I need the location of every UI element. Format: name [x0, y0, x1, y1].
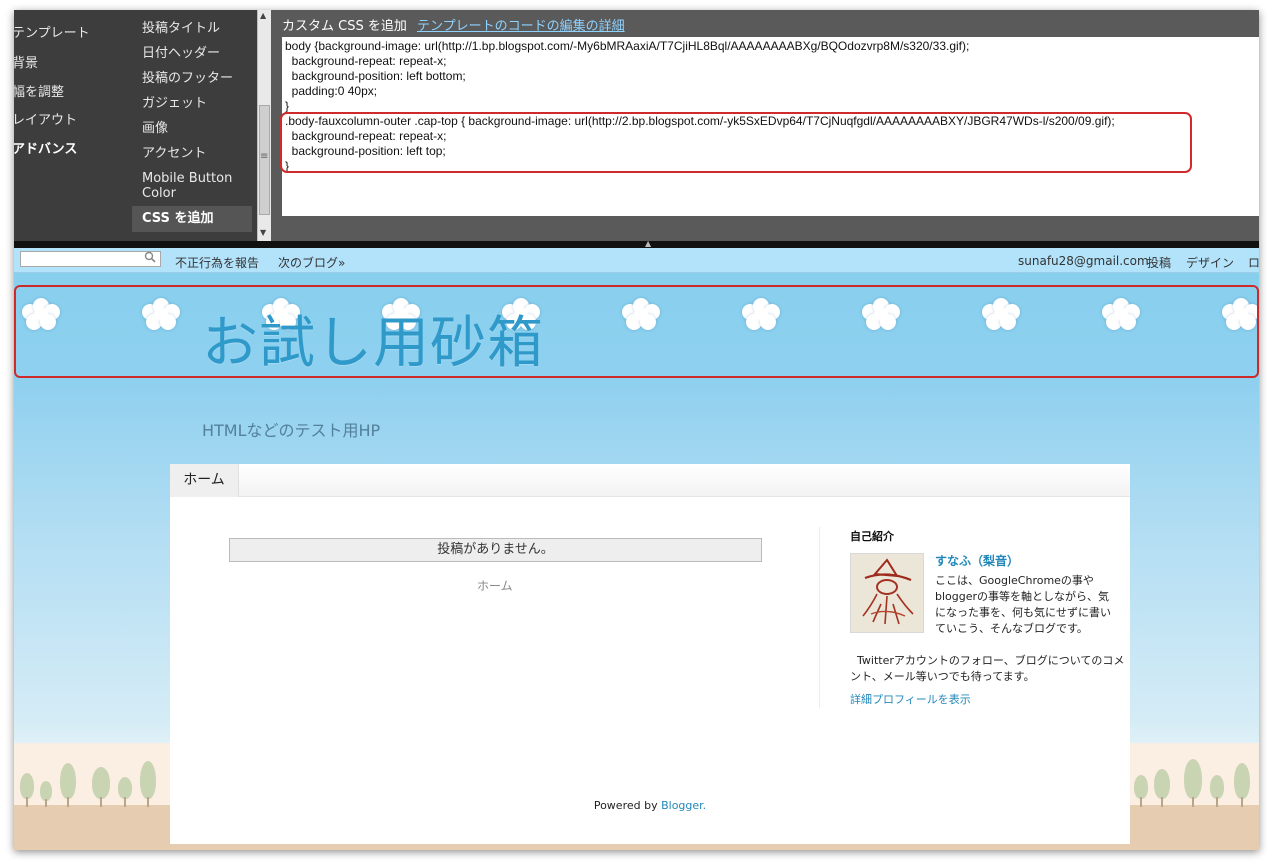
- profile-avatar[interactable]: [850, 553, 924, 633]
- sidebar-divider: [819, 527, 820, 708]
- css-line: background-position: left bottom;: [285, 69, 466, 83]
- powered-by-label: Powered by: [593, 799, 658, 812]
- nav-background[interactable]: 背景: [14, 52, 38, 71]
- custom-css-title: カスタム CSS を追加: [282, 19, 407, 34]
- user-email[interactable]: sunafu28@gmail.com: [1018, 254, 1149, 268]
- subnav-date-header[interactable]: 日付ヘッダー: [142, 46, 220, 61]
- subnav-add-css[interactable]: CSS を追加: [132, 206, 252, 232]
- profile-description-2: Twitterアカウントのフォロー、ブログについてのコメント、メール等いつでも待…: [850, 653, 1130, 685]
- subnav-post-footer[interactable]: 投稿のフッター: [142, 71, 233, 86]
- collapse-arrow-icon[interactable]: ▲: [645, 239, 651, 248]
- subnav-mobile-button-color[interactable]: Mobile Button Color: [142, 171, 237, 201]
- subnav-images[interactable]: 画像: [142, 121, 168, 136]
- new-post-link[interactable]: 投稿: [1147, 254, 1171, 271]
- home-link[interactable]: ホーム: [477, 577, 513, 594]
- custom-css-panel: カスタム CSS を追加 テンプレートのコードの編集の詳細 body {back…: [271, 10, 1259, 241]
- profile-heading: 自己紹介: [850, 530, 894, 543]
- nav-adjust-width[interactable]: 幅を調整: [14, 81, 64, 100]
- scroll-down-arrow-icon[interactable]: ▼: [260, 228, 266, 237]
- search-icon[interactable]: [144, 251, 156, 266]
- blog-description: HTMLなどのテスト用HP: [202, 421, 381, 440]
- logout-link[interactable]: ロ: [1248, 254, 1259, 271]
- report-abuse-link[interactable]: 不正行為を報告: [175, 254, 259, 271]
- content-area: ホーム 投稿がありません。 ホーム 自己紹介 すなふ（梨音） ここは、Googl…: [170, 464, 1130, 844]
- powered-by: Powered by Blogger.: [170, 799, 1130, 812]
- scroll-grip-icon: ≡: [260, 151, 269, 162]
- sub-nav-scrollbar[interactable]: ▲ ≡ ▼: [257, 10, 271, 241]
- tab-home[interactable]: ホーム: [170, 464, 239, 497]
- view-full-profile-link[interactable]: 詳細プロフィールを表示: [850, 691, 971, 707]
- profile-description-2-text: Twitterアカウントのフォロー、ブログについてのコメント、メール等いつでも待…: [850, 654, 1125, 683]
- template-designer-panel: テンプレート 背景 幅を調整 レイアウト アドバンス 投稿タイトル 日付ヘッダー…: [14, 10, 1259, 241]
- css-line: body {background-image: url(http://1.bp.…: [285, 39, 970, 53]
- custom-css-header: カスタム CSS を追加 テンプレートのコードの編集の詳細: [282, 15, 625, 34]
- nav-advanced[interactable]: アドバンス: [14, 138, 77, 157]
- search-input[interactable]: [20, 251, 161, 267]
- designer-sub-nav: 投稿タイトル 日付ヘッダー 投稿のフッター ガジェット 画像 アクセント Mob…: [132, 10, 256, 241]
- design-link[interactable]: デザイン: [1186, 254, 1234, 271]
- subnav-gadgets[interactable]: ガジェット: [142, 96, 207, 111]
- blog-preview: ▲ 不正行為を報告 次のブログ» sunafu28@gmail.com 投稿 デ…: [14, 239, 1259, 850]
- css-line: padding:0 40px;: [285, 84, 378, 98]
- panel-splitter[interactable]: ▲: [14, 239, 1259, 248]
- designer-main-nav: テンプレート 背景 幅を調整 レイアウト アドバンス: [14, 10, 132, 241]
- subnav-accent[interactable]: アクセント: [142, 146, 206, 161]
- blogger-navbar: 不正行為を報告 次のブログ» sunafu28@gmail.com 投稿 デザイ…: [14, 248, 1259, 273]
- blogger-link[interactable]: Blogger.: [661, 799, 706, 812]
- avatar-drawing-icon: [851, 554, 923, 632]
- css-line: }: [285, 99, 290, 113]
- no-posts-message: 投稿がありません。: [229, 538, 762, 562]
- browser-frame: テンプレート 背景 幅を調整 レイアウト アドバンス 投稿タイトル 日付ヘッダー…: [14, 10, 1259, 850]
- blog-title[interactable]: お試し用砂箱: [202, 298, 544, 379]
- css-highlight-box: [280, 112, 1192, 173]
- nav-template[interactable]: テンプレート: [14, 22, 90, 41]
- css-editor[interactable]: body {background-image: url(http://1.bp.…: [280, 37, 1259, 216]
- profile-description: ここは、GoogleChromeの事やbloggerの事等を軸としながら、気にな…: [935, 574, 1111, 635]
- template-code-help-link[interactable]: テンプレートのコードの編集の詳細: [417, 19, 625, 34]
- next-blog-link[interactable]: 次のブログ»: [278, 254, 345, 271]
- profile-name[interactable]: すなふ（梨音）: [935, 552, 1019, 569]
- nav-layout[interactable]: レイアウト: [14, 109, 77, 128]
- page-tabs: ホーム: [170, 464, 1130, 497]
- css-line: background-repeat: repeat-x;: [285, 54, 447, 68]
- scroll-up-arrow-icon[interactable]: ▲: [260, 11, 266, 20]
- subnav-post-title[interactable]: 投稿タイトル: [142, 21, 220, 36]
- header-highlight-box: [14, 285, 1259, 378]
